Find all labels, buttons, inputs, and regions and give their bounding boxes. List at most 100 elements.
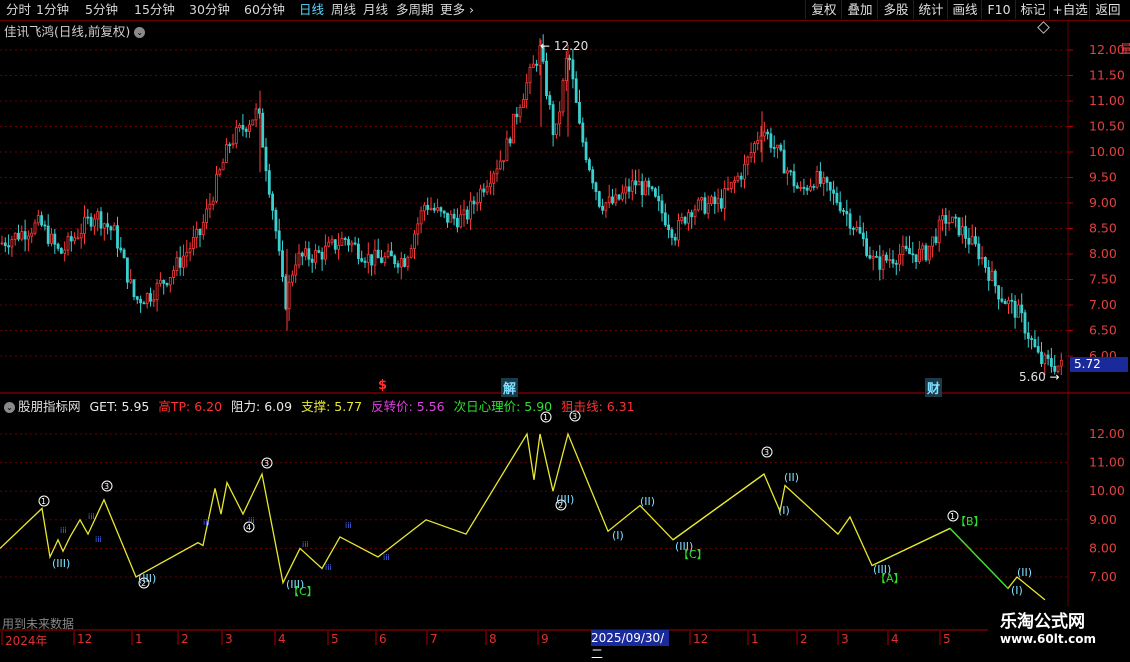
candle-body xyxy=(211,200,215,205)
candle-body xyxy=(399,258,403,268)
candle-body xyxy=(1040,351,1043,364)
tab-60min[interactable]: 60分钟 xyxy=(244,0,285,19)
indicator-menu-icon[interactable]: ⌄ xyxy=(4,402,15,413)
candle-body xyxy=(320,251,324,260)
candle-body xyxy=(323,245,327,260)
candle-body xyxy=(885,254,888,261)
candle-body xyxy=(739,175,743,180)
candle-body xyxy=(284,276,288,310)
tab-more[interactable]: 更多 xyxy=(440,0,465,19)
finance-marker[interactable]: 财 xyxy=(925,378,943,397)
unlock-marker[interactable]: 解 xyxy=(501,378,519,397)
candle-body xyxy=(687,212,690,224)
candle-body xyxy=(627,186,631,192)
wave-label: (III) xyxy=(556,493,574,506)
f10-button[interactable]: F10 xyxy=(981,0,1016,19)
candle-body xyxy=(281,250,284,278)
candle-body xyxy=(601,205,604,211)
tab-monthly[interactable]: 月线 xyxy=(363,0,388,19)
tab-30min[interactable]: 30分钟 xyxy=(189,0,230,19)
wave-label: (III) xyxy=(286,578,304,591)
candle-body xyxy=(776,144,779,149)
candle-body xyxy=(1043,354,1047,364)
candle-body xyxy=(396,263,400,268)
candle-body xyxy=(591,169,595,184)
candle-body xyxy=(914,254,918,262)
candle-body xyxy=(607,196,611,204)
candle-body xyxy=(83,216,86,234)
candle-body xyxy=(485,186,489,193)
candle-body xyxy=(901,245,905,255)
date-tick-label: 2 xyxy=(181,632,189,646)
candle-body xyxy=(960,226,964,236)
dollar-marker[interactable]: $ xyxy=(378,378,387,393)
candle-body xyxy=(947,221,951,224)
tab-daily[interactable]: 日线 xyxy=(299,0,324,19)
candle-body xyxy=(611,196,614,204)
indicator-name: 股朋指标网 xyxy=(18,399,81,414)
period-toolbar: 分时 1分钟 5分钟 15分钟 30分钟 60分钟 日线 周线 月线 多周期 更… xyxy=(0,0,1130,21)
candle-body xyxy=(238,125,242,129)
candle-body xyxy=(680,216,684,221)
candle-body xyxy=(449,213,453,223)
candle-body xyxy=(528,67,532,84)
candle-body xyxy=(413,233,416,250)
candle-body xyxy=(799,187,802,189)
candle-body xyxy=(53,233,57,245)
stats-button[interactable]: 统计 xyxy=(913,0,948,19)
candle-body xyxy=(696,199,700,211)
candle-body xyxy=(743,163,746,180)
tab-fenshi[interactable]: 分时 xyxy=(6,0,31,19)
candle-body xyxy=(168,277,172,286)
candle-body xyxy=(614,194,618,204)
candle-body xyxy=(1059,359,1063,367)
candle-body xyxy=(1017,304,1020,318)
tab-15min[interactable]: 15分钟 xyxy=(134,0,175,19)
wave-count-label: 1 xyxy=(41,497,46,506)
candle-body xyxy=(340,238,344,246)
tab-5min[interactable]: 5分钟 xyxy=(85,0,118,19)
candle-body xyxy=(515,113,519,118)
tab-1min[interactable]: 1分钟 xyxy=(36,0,69,19)
candle-body xyxy=(809,186,812,191)
candle-body xyxy=(1046,354,1050,359)
overlay-button[interactable]: 叠加 xyxy=(841,0,878,19)
wave-count-label: 3 xyxy=(104,482,109,491)
candle-body xyxy=(310,258,314,263)
mark-button[interactable]: 标记 xyxy=(1015,0,1050,19)
candle-body xyxy=(393,255,397,265)
multi-stock-button[interactable]: 多股 xyxy=(877,0,914,19)
candle-body xyxy=(574,78,578,103)
wave-label: 【B】 xyxy=(955,515,985,528)
candle-body xyxy=(852,227,855,230)
date-tick-label: 1 xyxy=(751,632,759,646)
candle-body xyxy=(997,285,1000,300)
candle-body xyxy=(343,238,347,240)
candle-body xyxy=(1013,300,1017,318)
candle-body xyxy=(819,171,822,184)
diamond-icon[interactable] xyxy=(1037,21,1050,34)
add-watchlist-button[interactable]: +自选 xyxy=(1049,0,1090,19)
date-tick-label: 9 xyxy=(541,632,549,646)
tab-multi-period[interactable]: 多周期 xyxy=(396,0,434,19)
candle-body xyxy=(564,57,568,82)
candle-body xyxy=(825,177,829,183)
indicator-tick-label: 9.00 xyxy=(1089,512,1117,527)
candle-body xyxy=(941,215,944,221)
tab-weekly[interactable]: 周线 xyxy=(331,0,356,19)
chevron-right-icon[interactable]: › xyxy=(469,0,474,19)
candle-body xyxy=(459,214,463,228)
candle-body xyxy=(155,282,159,301)
back-button[interactable]: 返回 xyxy=(1089,0,1126,19)
indicator-tick-label: 8.00 xyxy=(1089,540,1117,555)
chevron-down-icon[interactable]: ⌄ xyxy=(134,27,146,38)
candle-body xyxy=(60,247,63,254)
future-data-note: 用到未来数据 xyxy=(2,617,75,631)
candle-body xyxy=(733,180,736,183)
candle-body xyxy=(422,204,426,212)
last-price-tag: 5.72 xyxy=(1070,357,1128,372)
fuquan-button[interactable]: 复权 xyxy=(805,0,842,19)
candle-body xyxy=(26,235,30,240)
candle-body xyxy=(871,255,875,259)
draw-line-button[interactable]: 画线 xyxy=(947,0,982,19)
